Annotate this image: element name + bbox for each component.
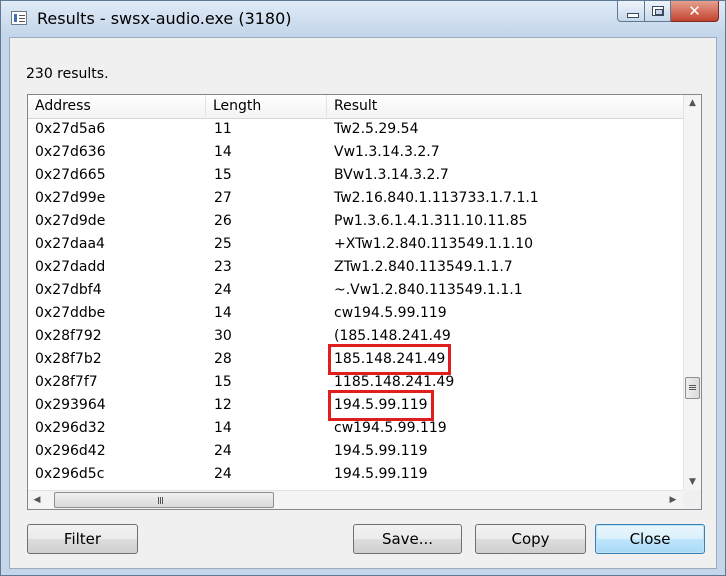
cell-address: 0x293964 [35, 397, 106, 413]
scroll-up-icon[interactable]: ▲ [684, 95, 701, 112]
table-row[interactable]: 0x27d9de 26 Pw1.3.6.1.4.1.311.10.11.85 [28, 210, 683, 233]
cell-length: 14 [214, 144, 232, 160]
cell-result: (185.148.241.49 [334, 328, 451, 344]
cell-address: 0x27d9de [35, 213, 106, 229]
cell-length: 23 [214, 259, 232, 275]
app-icon [11, 11, 27, 25]
table-row[interactable]: 0x296d42 24 194.5.99.119 [28, 440, 683, 463]
column-header-result[interactable]: Result [327, 95, 683, 117]
cell-address: 0x296d5c [35, 466, 105, 482]
save-button[interactable]: Save... [353, 524, 462, 554]
column-header-length[interactable]: Length [206, 95, 327, 117]
list-header: Address Length Result [28, 95, 683, 119]
scroll-down-icon[interactable]: ▼ [684, 474, 701, 491]
cell-length: 14 [214, 420, 232, 436]
cell-length: 15 [214, 374, 232, 390]
table-row[interactable]: 0x296d32 14 cw194.5.99.119 [28, 417, 683, 440]
horizontal-scroll-thumb[interactable] [54, 492, 274, 508]
results-count: 230 results. [26, 66, 109, 82]
cell-length: 27 [214, 190, 232, 206]
cell-result: +XTw1.2.840.113549.1.1.10 [334, 236, 534, 252]
table-row[interactable]: 0x296d5c 24 194.5.99.119 [28, 463, 683, 486]
cell-result: cw194.5.99.119 [334, 305, 447, 321]
table-row[interactable]: 0x293964 12 194.5.99.119 [28, 390, 683, 421]
cell-result: 185.148.241.49 [327, 344, 452, 375]
cell-address: 0x296d32 [35, 420, 106, 436]
horizontal-scrollbar[interactable]: ◀ ▶ [28, 490, 684, 509]
results-list[interactable]: Address Length Result 0x27d5a6 11 Tw2.5.29… [27, 94, 702, 510]
cell-address: 0x27d5a6 [35, 121, 106, 137]
table-row[interactable]: 0x27daa4 25 +XTw1.2.840.113549.1.1.10 [28, 233, 683, 256]
dialog-body: 230 results. Address Length Result 0x27d… [9, 37, 717, 569]
table-row[interactable]: 0x27d665 15 BVw1.3.14.3.2.7 [28, 164, 683, 187]
cell-address: 0x296d42 [35, 443, 106, 459]
cell-result: 194.5.99.119 [334, 466, 428, 482]
cell-address: 0x27ddbe [35, 305, 106, 321]
table-row[interactable]: 0x27d636 14 Vw1.3.14.3.2.7 [28, 141, 683, 164]
maximize-button[interactable] [645, 1, 671, 22]
list-rows: 0x27d5a6 11 Tw2.5.29.54 0x27d636 14 Vw1.3.14.… [28, 118, 683, 486]
vertical-scrollbar[interactable]: ▲ ▼ [683, 95, 701, 491]
table-row[interactable]: 0x27dbf4 24 ~.Vw1.2.840.113549.1.1.1 [28, 279, 683, 302]
cell-address: 0x28f792 [35, 328, 102, 344]
close-window-button[interactable]: ✕ [671, 1, 719, 22]
cell-length: 25 [214, 236, 232, 252]
caption-buttons: ✕ [617, 1, 719, 23]
table-row[interactable]: 0x27d99e 27 Tw2.16.840.1.113733.1.7.1.1 [28, 187, 683, 210]
table-row[interactable]: 0x27dadd 23 ZTw1.2.840.113549.1.1.7 [28, 256, 683, 279]
cell-result: Tw2.5.29.54 [334, 121, 419, 137]
cell-result: BVw1.3.14.3.2.7 [334, 167, 449, 183]
window-title: Results - swsx-audio.exe (3180) [37, 9, 292, 28]
cell-address: 0x28f7b2 [35, 351, 102, 367]
scroll-right-icon[interactable]: ▶ [664, 491, 682, 509]
column-header-address[interactable]: Address [28, 95, 206, 117]
cell-result: ~.Vw1.2.840.113549.1.1.1 [334, 282, 523, 298]
cell-result: ZTw1.2.840.113549.1.1.7 [334, 259, 513, 275]
scrollbar-corner [683, 490, 701, 509]
cell-address: 0x27daa4 [35, 236, 105, 252]
cell-result: 1185.148.241.49 [334, 374, 455, 390]
minimize-button[interactable] [617, 1, 645, 22]
cell-address: 0x27d99e [35, 190, 106, 206]
maximize-icon [652, 6, 664, 16]
cell-length: 15 [214, 167, 232, 183]
cell-length: 24 [214, 466, 232, 482]
cell-length: 30 [214, 328, 232, 344]
cell-length: 11 [214, 121, 232, 137]
cell-length: 24 [214, 443, 232, 459]
cell-address: 0x27d636 [35, 144, 106, 160]
cell-length: 12 [214, 397, 232, 413]
cell-result: 194.5.99.119 [328, 390, 434, 421]
close-icon: ✕ [688, 2, 701, 20]
cell-address: 0x27dbf4 [35, 282, 102, 298]
cell-result: 194.5.99.119 [334, 443, 428, 459]
minimize-icon [627, 13, 639, 18]
cell-address: 0x27dadd [35, 259, 106, 275]
cell-result: Pw1.3.6.1.4.1.311.10.11.85 [334, 213, 528, 229]
close-button[interactable]: Close [595, 524, 705, 554]
table-row[interactable]: 0x27d5a6 11 Tw2.5.29.54 [28, 118, 683, 141]
copy-button[interactable]: Copy [475, 524, 586, 554]
cell-result: Vw1.3.14.3.2.7 [334, 144, 440, 160]
table-row[interactable]: 0x28f792 30 (185.148.241.49 [28, 325, 683, 348]
filter-button[interactable]: Filter [27, 524, 138, 554]
cell-result: Tw2.16.840.1.113733.1.7.1.1 [334, 190, 539, 206]
vertical-scroll-thumb[interactable] [685, 377, 700, 399]
cell-address: 0x27d665 [35, 167, 106, 183]
cell-length: 28 [214, 351, 232, 367]
table-row[interactable]: 0x28f7b2 28 185.148.241.49 [28, 344, 683, 375]
table-row[interactable]: 0x27ddbe 14 cw194.5.99.119 [28, 302, 683, 325]
cell-length: 14 [214, 305, 232, 321]
scroll-left-icon[interactable]: ◀ [28, 491, 46, 509]
results-window: Results - swsx-audio.exe (3180) ✕ 230 re… [0, 0, 726, 576]
cell-result: cw194.5.99.119 [334, 420, 447, 436]
cell-length: 24 [214, 282, 232, 298]
title-bar[interactable]: Results - swsx-audio.exe (3180) ✕ [1, 1, 725, 37]
cell-address: 0x28f7f7 [35, 374, 98, 390]
cell-length: 26 [214, 213, 232, 229]
table-row[interactable]: 0x28f7f7 15 1185.148.241.49 [28, 371, 683, 394]
